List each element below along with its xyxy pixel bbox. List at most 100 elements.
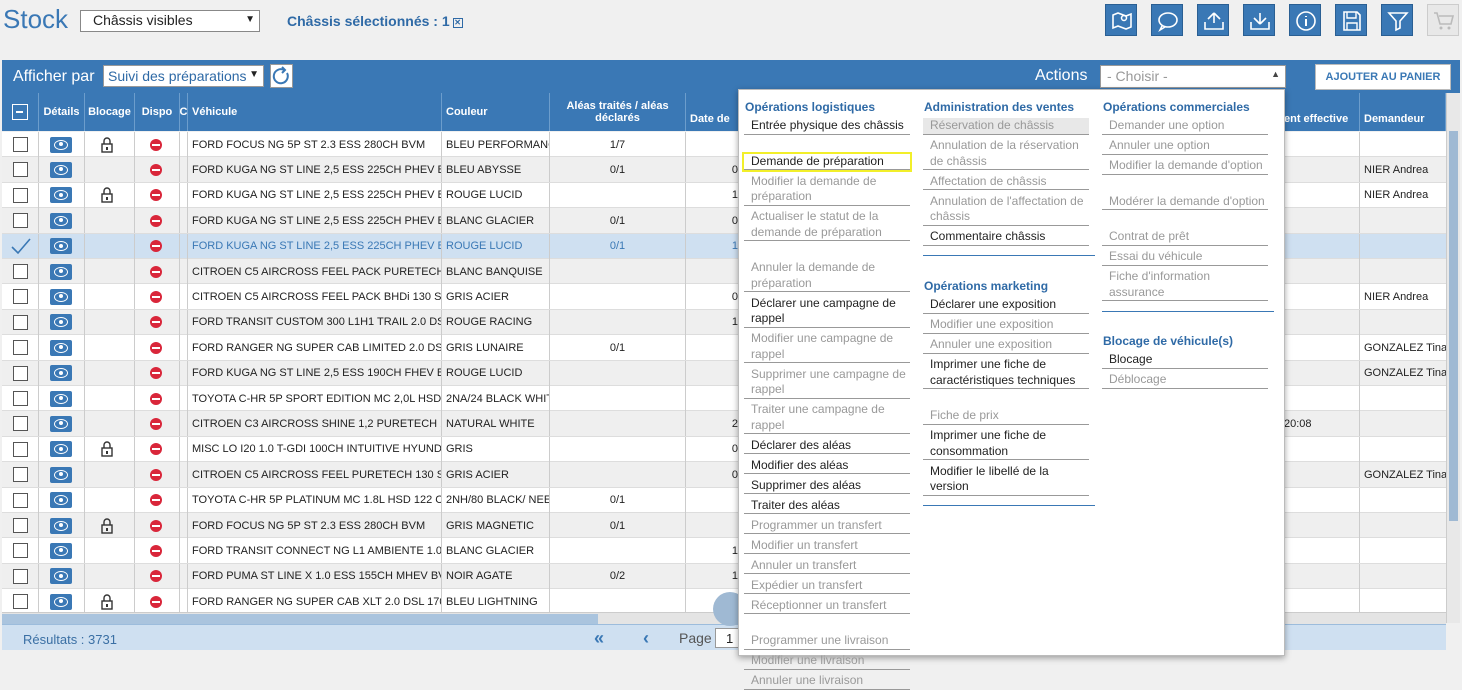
menu-item-commerciales[interactable]: Modérer la demande d'option [1102, 194, 1268, 210]
menu-item-logistique[interactable]: Programmer une livraison [744, 633, 910, 650]
menu-item-logistique[interactable]: Annuler une livraison [744, 673, 910, 690]
details-cell[interactable] [39, 411, 85, 437]
prev-page-icon[interactable]: ‹ [643, 628, 649, 649]
menu-item-ventes[interactable]: Réservation de châssis [923, 118, 1089, 135]
checkbox[interactable] [13, 543, 28, 559]
select-all-header[interactable] [2, 93, 39, 131]
row-checkbox[interactable] [2, 335, 39, 361]
menu-item-marketing[interactable]: Imprimer une fiche de consommation [923, 428, 1089, 460]
vertical-scrollbar[interactable] [1446, 93, 1460, 623]
checkbox[interactable] [13, 314, 28, 330]
eye-icon[interactable] [50, 390, 72, 407]
add-to-cart-button[interactable]: AJOUTER AU PANIER [1315, 64, 1451, 90]
row-checkbox[interactable] [2, 411, 39, 437]
details-cell[interactable] [39, 538, 85, 564]
col-dispo[interactable]: Dispo [135, 93, 180, 131]
checkbox[interactable] [13, 492, 28, 508]
eye-icon[interactable] [50, 593, 72, 610]
row-checkbox[interactable] [2, 513, 39, 538]
row-checkbox[interactable] [2, 284, 39, 310]
menu-item-marketing[interactable]: Fiche de prix [923, 408, 1089, 425]
eye-icon[interactable] [50, 263, 72, 280]
menu-item-marketing[interactable]: Modifier une exposition [923, 317, 1089, 334]
eye-icon[interactable] [50, 517, 72, 534]
eye-icon[interactable] [50, 288, 72, 305]
menu-item-commerciales[interactable]: Annuler une option [1102, 138, 1268, 155]
info-button[interactable] [1289, 4, 1321, 36]
menu-item-logistique[interactable]: Supprimer une campagne de rappel [744, 367, 910, 399]
row-checkbox[interactable] [2, 386, 39, 411]
eye-icon[interactable] [50, 161, 72, 178]
eye-icon[interactable] [50, 136, 72, 153]
col-demandeur[interactable]: Demandeur [1360, 93, 1446, 131]
checkbox[interactable] [13, 391, 28, 406]
details-cell[interactable] [39, 132, 85, 157]
row-checkbox[interactable] [2, 157, 39, 183]
details-cell[interactable] [39, 335, 85, 361]
row-checkbox[interactable] [2, 233, 39, 259]
row-checkbox[interactable] [2, 132, 39, 157]
eye-icon[interactable] [50, 365, 72, 382]
details-cell[interactable] [39, 284, 85, 310]
menu-item-commerciales[interactable]: Demander une option [1102, 118, 1268, 135]
row-checkbox[interactable] [2, 360, 39, 386]
eye-icon[interactable] [50, 339, 72, 356]
row-checkbox[interactable] [2, 563, 39, 589]
first-page-icon[interactable]: « [594, 628, 604, 649]
actions-select[interactable]: - Choisir - ▲ [1100, 65, 1286, 88]
select-all-checkbox[interactable] [12, 104, 28, 120]
menu-item-marketing[interactable]: Annuler une exposition [923, 337, 1089, 354]
checkbox[interactable] [13, 365, 28, 381]
checkbox[interactable] [13, 416, 28, 432]
chat-button[interactable] [1151, 4, 1183, 36]
checkbox[interactable] [13, 467, 28, 483]
col-aleas[interactable]: Aléas traités / aléas déclarés [550, 93, 686, 131]
download-button[interactable] [1243, 4, 1275, 36]
eye-icon[interactable] [50, 212, 72, 229]
menu-item-logistique[interactable]: Traiter une campagne de rappel [744, 402, 910, 434]
details-cell[interactable] [39, 436, 85, 462]
menu-item-commerciales[interactable]: Contrat de prêt [1102, 229, 1268, 246]
horizontal-scroll-thumb[interactable] [2, 614, 598, 624]
row-checkbox[interactable] [2, 182, 39, 208]
filter-button[interactable] [1381, 4, 1413, 36]
checkbox[interactable] [13, 264, 28, 279]
checkbox[interactable] [13, 518, 28, 533]
menu-item-ventes[interactable]: Annulation de la réservation de châssis [923, 138, 1089, 170]
checkbox[interactable] [13, 187, 28, 203]
clear-selection-icon[interactable]: ✕ [452, 18, 463, 28]
menu-item-marketing[interactable]: Déclarer une exposition [923, 297, 1089, 314]
col-date[interactable]: Date de [686, 93, 746, 131]
col-effective[interactable]: ent effective [1280, 93, 1360, 131]
menu-item-ventes[interactable]: Affectation de châssis [923, 174, 1089, 190]
row-checkbox[interactable] [2, 309, 39, 335]
menu-item-blocage[interactable]: Blocage [1102, 352, 1268, 369]
col-vehicule[interactable]: Véhicule [188, 93, 442, 131]
checkbox[interactable] [13, 213, 28, 229]
details-cell[interactable] [39, 208, 85, 234]
view-select[interactable]: Suivi des préparations ▼ [103, 65, 264, 87]
row-checkbox[interactable] [2, 487, 39, 513]
map-button[interactable] [1105, 4, 1137, 36]
menu-item-logistique[interactable]: Supprimer des aléas [744, 478, 910, 494]
cart-button[interactable] [1427, 4, 1459, 36]
details-cell[interactable] [39, 589, 85, 612]
menu-item-logistique[interactable]: Expédier un transfert [744, 578, 910, 594]
details-cell[interactable] [39, 513, 85, 538]
vertical-scroll-thumb[interactable] [1449, 131, 1458, 521]
details-cell[interactable] [39, 462, 85, 488]
eye-icon[interactable] [50, 492, 72, 509]
eye-icon[interactable] [50, 314, 72, 331]
details-cell[interactable] [39, 487, 85, 513]
menu-item-logistique[interactable]: Modifier la demande de préparation [744, 174, 910, 206]
col-blocage[interactable]: Blocage [85, 93, 135, 131]
eye-icon[interactable] [50, 187, 72, 204]
col-details[interactable]: Détails [39, 93, 85, 131]
menu-item-commerciales[interactable]: Modifier la demande d'option [1102, 158, 1268, 175]
details-cell[interactable] [39, 157, 85, 183]
details-cell[interactable] [39, 309, 85, 335]
row-checkbox[interactable] [2, 259, 39, 284]
menu-item-logistique[interactable]: Demande de préparation [742, 151, 912, 172]
checkbox[interactable] [13, 289, 28, 305]
save-button[interactable] [1335, 4, 1367, 36]
